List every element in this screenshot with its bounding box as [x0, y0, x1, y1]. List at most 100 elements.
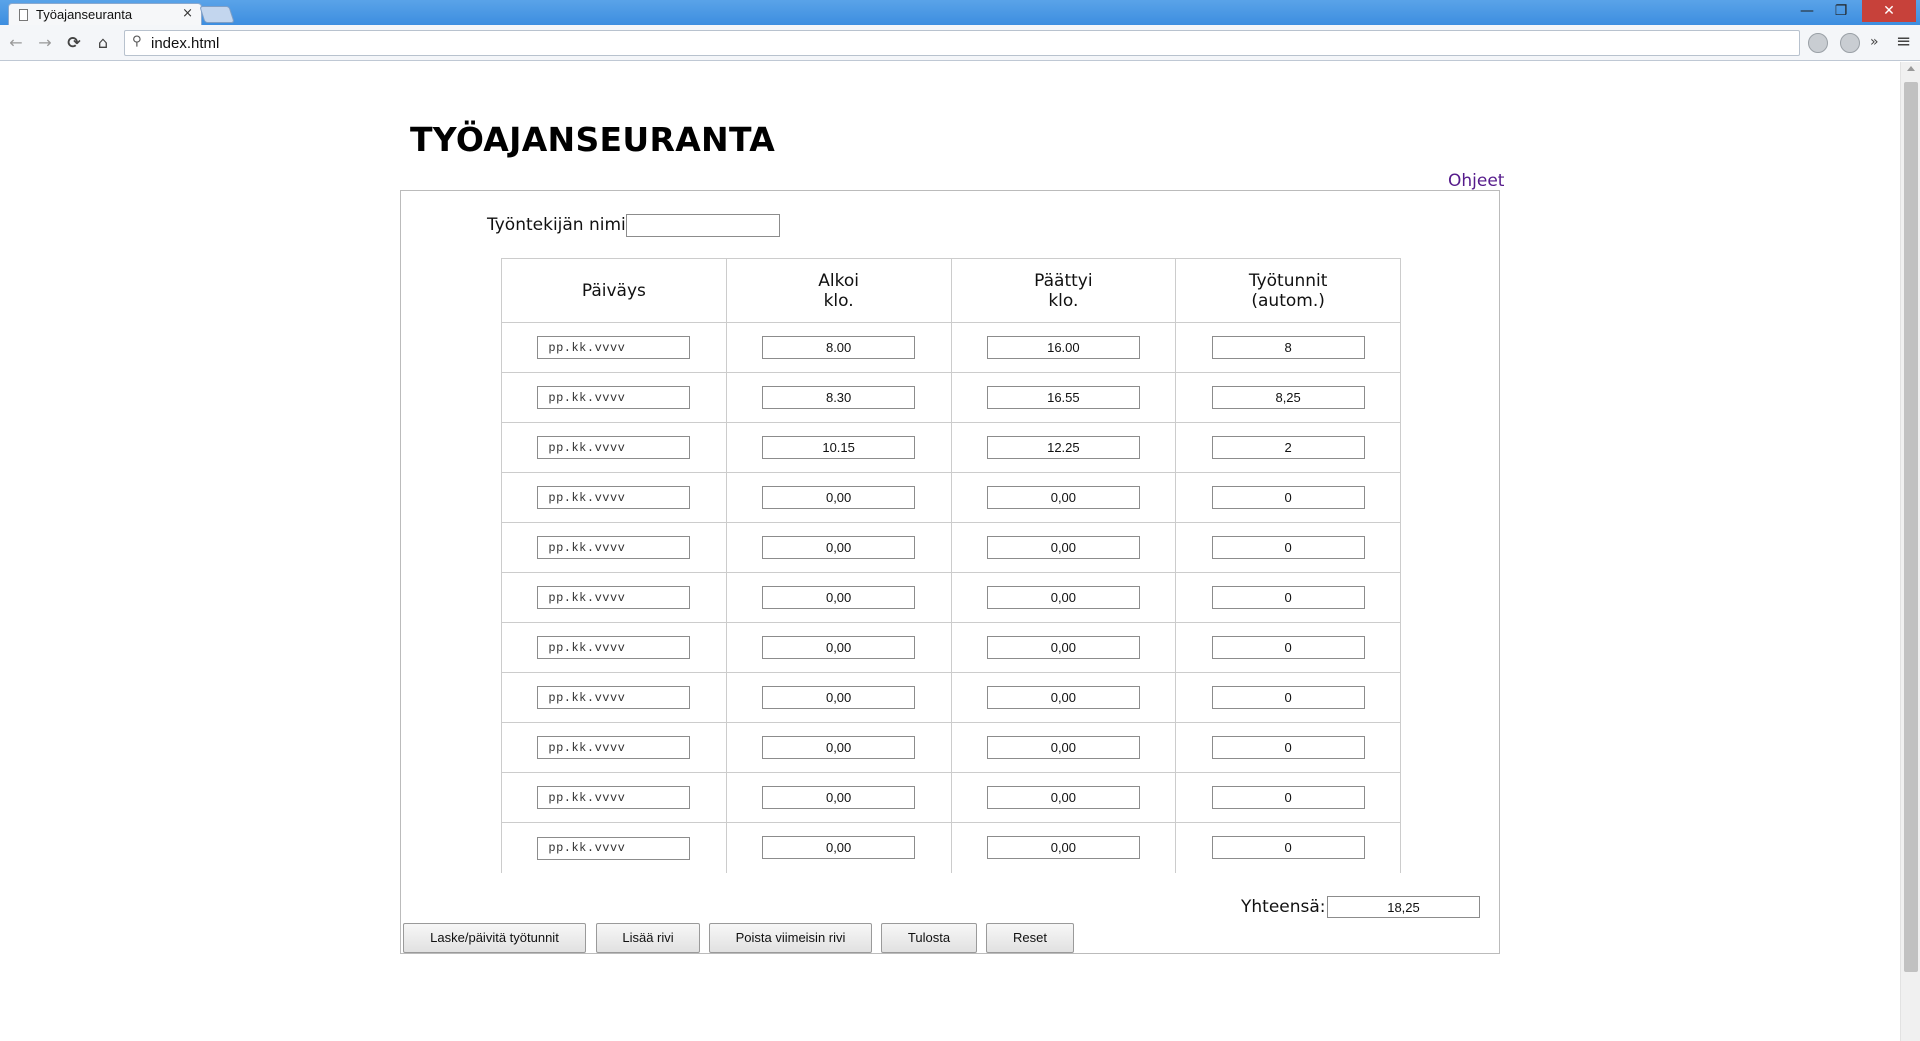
hours-input[interactable] [1211, 536, 1365, 559]
table-cell [726, 772, 952, 823]
end-time-input[interactable] [986, 536, 1140, 559]
table-row [501, 522, 1401, 573]
start-time-input[interactable] [762, 486, 916, 509]
calculate-hours-button[interactable]: Laske/päivitä työtunnit [403, 923, 586, 953]
end-time-input[interactable] [986, 836, 1140, 860]
browser-tab[interactable]: Työajanseuranta × [8, 3, 202, 25]
end-time-input[interactable] [986, 386, 1140, 409]
total-hours-field[interactable] [1327, 896, 1480, 918]
start-time-input[interactable] [762, 386, 916, 409]
vertical-scrollbar[interactable] [1900, 62, 1920, 1041]
maximize-icon[interactable]: ❐ [1826, 0, 1856, 22]
hours-input[interactable] [1211, 386, 1365, 409]
hours-input[interactable] [1211, 736, 1365, 759]
table-cell [1175, 522, 1401, 573]
date-input[interactable] [537, 636, 691, 660]
tab-close-icon[interactable]: × [182, 6, 193, 21]
table-cell [501, 722, 727, 773]
start-time-input[interactable] [762, 586, 916, 609]
end-time-input[interactable] [986, 736, 1140, 759]
start-time-input[interactable] [762, 686, 916, 709]
date-input[interactable] [537, 736, 691, 760]
table-cell [1175, 572, 1401, 623]
date-input[interactable] [537, 686, 691, 710]
reset-button[interactable]: Reset [986, 923, 1074, 953]
end-time-input[interactable] [986, 786, 1140, 809]
document-icon [19, 9, 28, 21]
date-input[interactable] [537, 586, 691, 610]
page-title: TYÖAJANSEURANTA [410, 120, 776, 159]
date-input[interactable] [537, 786, 691, 810]
table-cell [1175, 772, 1401, 823]
forward-icon[interactable]: → [34, 32, 56, 54]
end-time-input[interactable] [986, 586, 1140, 609]
hours-input[interactable] [1211, 436, 1365, 459]
help-link[interactable]: Ohjeet [1448, 171, 1504, 191]
scroll-up-icon[interactable] [1907, 66, 1915, 71]
table-cell [501, 672, 727, 723]
table-row [501, 572, 1401, 623]
hours-input[interactable] [1211, 786, 1365, 809]
end-time-input[interactable] [986, 486, 1140, 509]
table-row [501, 722, 1401, 773]
table-cell [951, 522, 1177, 573]
reload-icon[interactable]: ⟳ [63, 32, 85, 54]
browser-toolbar: ← → ⟳ ⌂ ⚲ index.html » ≡ [0, 25, 1920, 61]
url-text[interactable]: index.html [151, 35, 219, 52]
new-tab-button[interactable] [199, 6, 235, 23]
date-input[interactable] [537, 336, 691, 360]
home-icon[interactable]: ⌂ [92, 32, 114, 54]
employee-name-input[interactable] [626, 214, 780, 237]
hours-input[interactable] [1211, 336, 1365, 359]
hours-input[interactable] [1211, 686, 1365, 709]
start-time-input[interactable] [762, 536, 916, 559]
extension-icon[interactable] [1840, 33, 1860, 53]
table-row [501, 422, 1401, 473]
add-row-button[interactable]: Lisää rivi [596, 923, 700, 953]
close-window-icon[interactable]: ✕ [1862, 0, 1916, 22]
start-time-input[interactable] [762, 786, 916, 809]
minimize-icon[interactable]: — [1792, 0, 1822, 22]
start-time-input[interactable] [762, 736, 916, 759]
hours-input[interactable] [1211, 836, 1365, 860]
start-time-input[interactable] [762, 836, 916, 860]
table-cell [501, 472, 727, 523]
hours-input[interactable] [1211, 486, 1365, 509]
extension-icon[interactable] [1808, 33, 1828, 53]
table-row [501, 472, 1401, 523]
end-time-input[interactable] [986, 636, 1140, 659]
table-cell [1175, 472, 1401, 523]
start-time-input[interactable] [762, 336, 916, 359]
table-cell [726, 522, 952, 573]
table-cell [726, 572, 952, 623]
table-row [501, 322, 1401, 373]
date-input[interactable] [537, 386, 691, 410]
table-cell [951, 472, 1177, 523]
browser-menu-icon[interactable]: ≡ [1896, 31, 1911, 52]
scrollbar-thumb[interactable] [1904, 82, 1918, 972]
print-button[interactable]: Tulosta [881, 923, 977, 953]
back-icon[interactable]: ← [5, 32, 27, 54]
end-time-input[interactable] [986, 336, 1140, 359]
date-input[interactable] [537, 436, 691, 460]
table-cell [726, 822, 952, 873]
date-input[interactable] [537, 486, 691, 510]
overflow-chevron-icon[interactable]: » [1870, 34, 1879, 50]
end-time-input[interactable] [986, 686, 1140, 709]
start-time-input[interactable] [762, 636, 916, 659]
hours-input[interactable] [1211, 636, 1365, 659]
table-cell [1175, 422, 1401, 473]
date-input[interactable] [537, 836, 691, 860]
header-date: Päiväys [501, 258, 727, 323]
hours-input[interactable] [1211, 586, 1365, 609]
table-row [501, 822, 1401, 873]
start-time-input[interactable] [762, 436, 916, 459]
table-cell [501, 372, 727, 423]
table-cell [951, 422, 1177, 473]
end-time-input[interactable] [986, 436, 1140, 459]
table-cell [1175, 322, 1401, 373]
address-bar[interactable]: ⚲ index.html [124, 30, 1800, 56]
date-input[interactable] [537, 536, 691, 560]
remove-last-row-button[interactable]: Poista viimeisin rivi [709, 923, 872, 953]
table-cell [726, 622, 952, 673]
